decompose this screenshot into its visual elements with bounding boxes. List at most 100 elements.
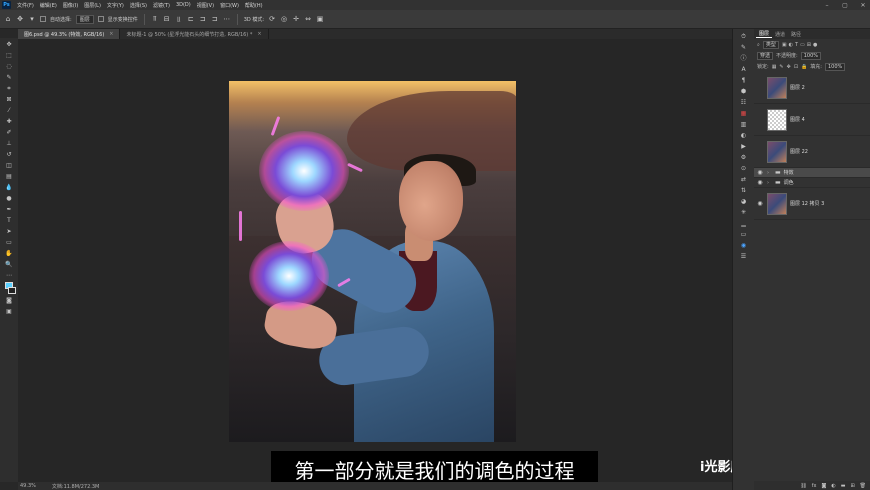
menu-type[interactable]: 文字(Y) bbox=[104, 2, 127, 9]
frame-tool-icon[interactable]: ⊠ bbox=[4, 95, 14, 104]
layer-group-row[interactable]: ◉ › ▬ 调色 bbox=[754, 178, 870, 188]
menu-edit[interactable]: 编辑(E) bbox=[37, 2, 60, 9]
blur-tool-icon[interactable]: 💧 bbox=[4, 183, 14, 192]
new-group-icon[interactable]: ▬ bbox=[841, 483, 846, 489]
fill-input[interactable]: 100% bbox=[824, 62, 846, 71]
tab-document-2[interactable]: 未标题-1 @ 50% (星浮光能石头的细节打造, RGB/16) * × bbox=[120, 29, 269, 39]
menu-layer[interactable]: 图层(L) bbox=[81, 2, 104, 9]
3d-rotate-icon[interactable]: ⟳ bbox=[268, 15, 276, 23]
tab-document-1[interactable]: 图6.psd @ 49.3% (特效, RGB/16) × bbox=[18, 29, 121, 39]
menu-file[interactable]: 文件(F) bbox=[14, 2, 37, 9]
show-transform-checkbox[interactable] bbox=[97, 16, 104, 22]
paths-icon[interactable]: ⇅ bbox=[739, 187, 748, 195]
actions-play-icon[interactable]: ▶ bbox=[739, 143, 748, 151]
adjustments-icon[interactable]: ◐ bbox=[739, 132, 748, 140]
brush-settings-icon[interactable]: ✎ bbox=[739, 44, 748, 52]
tab-channels[interactable]: 通道 bbox=[772, 31, 788, 38]
more-options-icon[interactable]: ⋯ bbox=[223, 15, 231, 23]
menu-window[interactable]: 窗口(W) bbox=[217, 2, 242, 9]
history-panel-icon[interactable]: ⏱ bbox=[739, 33, 748, 41]
shape-filter-icon[interactable]: ▭ bbox=[800, 42, 805, 48]
properties-panel-icon[interactable]: ☷ bbox=[739, 99, 748, 107]
delete-layer-icon[interactable]: 🗑 bbox=[860, 483, 866, 489]
navigator-icon[interactable]: ▭ bbox=[739, 231, 748, 239]
3d-slide-icon[interactable]: ⇔ bbox=[304, 15, 312, 23]
new-layer-icon[interactable]: ⊞ bbox=[850, 483, 854, 489]
character-panel-icon[interactable]: A bbox=[739, 66, 748, 74]
clone-stamp-tool-icon[interactable]: ⊥ bbox=[4, 139, 14, 148]
canvas-area[interactable] bbox=[18, 39, 732, 482]
screen-mode-icon[interactable]: ▣ bbox=[4, 307, 14, 316]
align-center-icon[interactable]: ⊐ bbox=[199, 15, 207, 23]
more-tools-icon[interactable]: ⋯ bbox=[4, 271, 14, 280]
lock-transparent-icon[interactable]: ▦ bbox=[772, 64, 777, 70]
lock-image-icon[interactable]: ✎ bbox=[779, 64, 783, 70]
color-panel-icon[interactable]: ◕ bbox=[739, 198, 748, 206]
timeline-icon[interactable]: ⊙ bbox=[739, 165, 748, 173]
marquee-tool-icon[interactable]: ⬚ bbox=[4, 51, 14, 60]
close-icon[interactable]: × bbox=[257, 31, 261, 37]
lasso-tool-icon[interactable]: ◌ bbox=[4, 62, 14, 71]
align-right-icon[interactable]: ⊐ bbox=[211, 15, 219, 23]
learn-icon[interactable]: ◉ bbox=[739, 242, 748, 250]
menu-3d[interactable]: 3D(D) bbox=[173, 2, 194, 8]
layer-row[interactable]: 图层 22 bbox=[754, 136, 870, 168]
quick-select-tool-icon[interactable]: ✎ bbox=[4, 73, 14, 82]
styles-icon[interactable]: ✳ bbox=[739, 209, 748, 217]
chevron-right-icon[interactable]: › bbox=[767, 180, 772, 186]
dodge-tool-icon[interactable]: ● bbox=[4, 194, 14, 203]
tab-paths[interactable]: 路径 bbox=[788, 31, 804, 38]
align-bottom-icon[interactable]: ⫫ bbox=[175, 15, 183, 23]
align-top-icon[interactable]: ⫪ bbox=[151, 15, 159, 23]
auto-select-checkbox[interactable] bbox=[40, 16, 46, 22]
histogram-icon[interactable]: ▁ bbox=[739, 220, 748, 228]
layer-row[interactable]: 图层 4 bbox=[754, 104, 870, 136]
document-image[interactable] bbox=[229, 81, 516, 442]
channels-mix-icon[interactable]: ⇄ bbox=[739, 176, 748, 184]
menu-select[interactable]: 选择(S) bbox=[127, 2, 150, 9]
3d-scale-icon[interactable]: ▣ bbox=[316, 15, 324, 23]
align-left-icon[interactable]: ⊏ bbox=[187, 15, 195, 23]
eyedropper-tool-icon[interactable]: ⁄ bbox=[4, 106, 14, 115]
add-mask-icon[interactable]: ◙ bbox=[821, 483, 826, 489]
layer-row[interactable]: 图层 2 bbox=[754, 72, 870, 104]
filter-toggle-icon[interactable]: ● bbox=[813, 42, 817, 48]
layer-row[interactable]: ◉ 图层 12 拷贝 3 bbox=[754, 188, 870, 220]
eye-icon[interactable]: ◉ bbox=[756, 169, 764, 176]
menu-filter[interactable]: 滤镜(T) bbox=[150, 2, 173, 9]
lock-position-icon[interactable]: ✥ bbox=[787, 64, 791, 70]
move-tool-icon[interactable]: ✥ bbox=[16, 15, 24, 23]
layer-comps-icon[interactable]: ☰ bbox=[739, 253, 748, 261]
close-icon[interactable]: ✕ bbox=[859, 2, 867, 9]
align-middle-icon[interactable]: ⊟ bbox=[163, 15, 171, 23]
brush-tool-icon[interactable]: ✐ bbox=[4, 128, 14, 137]
move-tool-icon[interactable]: ✥ bbox=[4, 40, 14, 49]
close-icon[interactable]: × bbox=[109, 31, 113, 37]
menu-view[interactable]: 视图(V) bbox=[194, 2, 217, 9]
tab-layers[interactable]: 图层 bbox=[756, 30, 773, 38]
healing-brush-tool-icon[interactable]: ✚ bbox=[4, 117, 14, 126]
type-tool-icon[interactable]: T bbox=[4, 216, 14, 225]
auto-select-dropdown[interactable]: 图层 bbox=[75, 14, 94, 24]
paragraph-panel-icon[interactable]: ¶ bbox=[739, 77, 748, 85]
new-adjustment-icon[interactable]: ◐ bbox=[831, 483, 835, 489]
layer-group-row[interactable]: ◉ › ▬ 特效 bbox=[754, 168, 870, 178]
blend-mode-dropdown[interactable]: 穿透 bbox=[757, 51, 774, 60]
layer-filter-dropdown[interactable]: 类型 bbox=[762, 40, 779, 49]
info-panel-icon[interactable]: ⓘ bbox=[739, 55, 748, 63]
3d-pan-icon[interactable]: ✛ bbox=[292, 15, 300, 23]
eye-icon[interactable]: ◉ bbox=[756, 200, 764, 207]
zoom-tool-icon[interactable]: 🔍 bbox=[4, 260, 14, 269]
hand-tool-icon[interactable]: ✋ bbox=[4, 249, 14, 258]
pixel-filter-icon[interactable]: ▣ bbox=[782, 42, 787, 48]
path-select-tool-icon[interactable]: ➤ bbox=[4, 227, 14, 236]
gradient-tool-icon[interactable]: ▤ bbox=[4, 172, 14, 181]
eye-icon[interactable]: ◉ bbox=[756, 179, 764, 186]
adjustment-filter-icon[interactable]: ◐ bbox=[789, 42, 793, 48]
link-layers-icon[interactable]: ⛓ bbox=[800, 483, 806, 489]
quick-mask-icon[interactable]: ◙ bbox=[4, 296, 14, 305]
zoom-level[interactable]: 49.3% bbox=[20, 483, 36, 489]
menu-image[interactable]: 图像(I) bbox=[60, 2, 81, 9]
rectangle-tool-icon[interactable]: ▭ bbox=[4, 238, 14, 247]
lock-artboard-icon[interactable]: ⊡ bbox=[794, 64, 798, 70]
